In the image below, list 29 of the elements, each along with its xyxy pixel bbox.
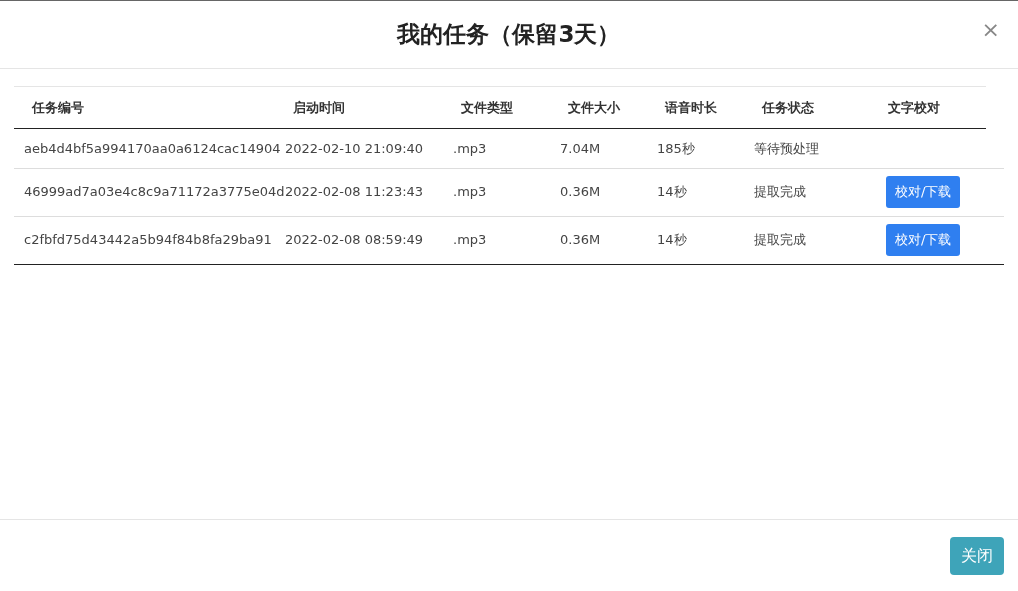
table-cell: 185秒	[657, 140, 695, 156]
table-cell: 提取完成	[754, 184, 806, 200]
column-header: 语音时长	[647, 86, 744, 129]
table-cell: aeb4d4bf5a994170aa0a6124cac14904	[24, 140, 281, 156]
table-cell: .mp3	[453, 184, 487, 200]
table-cell: .mp3	[453, 232, 487, 248]
table-cell: .mp3	[453, 140, 487, 156]
table-cell: 7.04M	[560, 140, 601, 156]
proofread-download-button[interactable]: 校对/下载	[886, 176, 961, 208]
column-header: 文件大小	[550, 86, 647, 129]
column-header: 文件类型	[443, 86, 550, 129]
table-cell: 0.36M	[560, 232, 601, 248]
proofread-download-button[interactable]: 校对/下载	[886, 224, 961, 256]
column-header: 启动时间	[275, 86, 443, 129]
column-header: 文字校对	[870, 86, 986, 129]
column-header: 任务编号	[14, 86, 275, 129]
table-cell: 2022-02-10 21:09:40	[285, 140, 424, 156]
column-header: 任务状态	[744, 86, 870, 129]
table-cell: 46999ad7a03e4c8c9a71172a3775e04d	[24, 184, 285, 200]
close-button[interactable]: 关闭	[950, 536, 1004, 575]
table-cell: 14秒	[657, 232, 687, 248]
table-cell: 0.36M	[560, 184, 601, 200]
table-cell: 14秒	[657, 184, 687, 200]
table-cell: 2022-02-08 11:23:43	[285, 184, 424, 200]
table-cell: c2fbfd75d43442a5b94f84b8fa29ba91	[24, 232, 272, 248]
table-cell: 提取完成	[754, 232, 806, 248]
dialog-title: 我的任务（保留3天）	[397, 20, 621, 49]
table-cell: 2022-02-08 08:59:49	[285, 232, 424, 248]
table-cell: 等待预处理	[754, 140, 819, 156]
